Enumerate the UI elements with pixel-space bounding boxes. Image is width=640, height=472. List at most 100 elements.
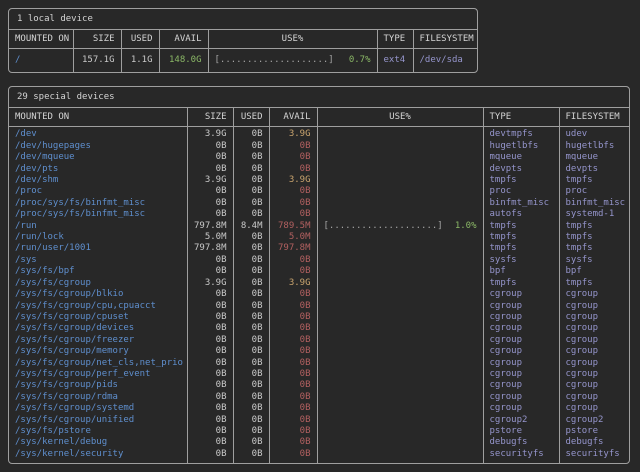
used-value: 0B — [233, 209, 269, 220]
avail-value: 0B — [269, 141, 317, 152]
col-header-type: TYPE — [377, 30, 413, 49]
mount-point: /sys — [9, 255, 187, 266]
table-row: /sys/fs/cgroup/pids 0B 0B 0B cgroup cgro… — [9, 380, 629, 391]
usage-cell — [317, 358, 483, 369]
mount-point: /sys/fs/cgroup/freezer — [9, 335, 187, 346]
usage-cell — [317, 415, 483, 426]
used-value: 0B — [233, 232, 269, 243]
used-value: 0B — [233, 152, 269, 163]
table-row: /sys/fs/cgroup/devices 0B 0B 0B cgroup c… — [9, 323, 629, 334]
col-header-use-percent: USE% — [208, 30, 377, 49]
mount-point: /run/lock — [9, 232, 187, 243]
usage-cell — [317, 164, 483, 175]
size-value: 0B — [187, 301, 233, 312]
table-row: /dev/shm 3.9G 0B 3.9G tmpfs tmpfs — [9, 175, 629, 186]
usage-cell — [317, 392, 483, 403]
usage-cell: [....................] 1.0% — [317, 221, 483, 232]
mount-point: /sys/fs/cgroup/cpu,cpuacct — [9, 301, 187, 312]
usage-cell — [317, 266, 483, 277]
filesystem: bpf — [559, 266, 629, 277]
size-value: 0B — [187, 312, 233, 323]
local-devices-table: 1 local device MOUNTED ON SIZE USED AVAI… — [8, 8, 478, 73]
mount-point: /run/user/1001 — [9, 243, 187, 254]
filesystem: mqueue — [559, 152, 629, 163]
fs-type: devtmpfs — [483, 127, 559, 141]
fs-type: mqueue — [483, 152, 559, 163]
fs-type: tmpfs — [483, 243, 559, 254]
size-value: 0B — [187, 380, 233, 391]
filesystem: hugetlbfs — [559, 141, 629, 152]
avail-value: 0B — [269, 152, 317, 163]
fs-type: cgroup — [483, 289, 559, 300]
usage-bar: [....................] — [324, 221, 443, 232]
table-row: /sys/fs/pstore 0B 0B 0B pstore pstore — [9, 426, 629, 437]
size-value: 0B — [187, 358, 233, 369]
table-row: /sys/fs/cgroup/cpu,cpuacct 0B 0B 0B cgro… — [9, 301, 629, 312]
used-value: 0B — [233, 175, 269, 186]
avail-value: 3.9G — [269, 127, 317, 141]
avail-value: 0B — [269, 198, 317, 209]
table-row: /dev/mqueue 0B 0B 0B mqueue mqueue — [9, 152, 629, 163]
usage-cell — [317, 198, 483, 209]
used-value: 0B — [233, 335, 269, 346]
used-value: 0B — [233, 358, 269, 369]
size-value: 0B — [187, 426, 233, 437]
usage-cell — [317, 255, 483, 266]
fs-type: devpts — [483, 164, 559, 175]
mount-point: /proc/sys/fs/binfmt_misc — [9, 209, 187, 220]
filesystem: /dev/sda — [413, 49, 477, 73]
used-value: 0B — [233, 369, 269, 380]
avail-value: 3.9G — [269, 278, 317, 289]
mount-point: /dev/pts — [9, 164, 187, 175]
size-value: 3.9G — [187, 175, 233, 186]
mount-point: /dev — [9, 127, 187, 141]
used-value: 0B — [233, 346, 269, 357]
size-value: 0B — [187, 403, 233, 414]
used-value: 0B — [233, 289, 269, 300]
mount-point: /dev/mqueue — [9, 152, 187, 163]
usage-cell — [317, 243, 483, 254]
usage-cell — [317, 437, 483, 448]
table-row: / 157.1G 1.1G 148.0G [..................… — [9, 49, 477, 73]
used-value: 0B — [233, 243, 269, 254]
table-row: /proc/sys/fs/binfmt_misc 0B 0B 0B binfmt… — [9, 198, 629, 209]
fs-type: tmpfs — [483, 175, 559, 186]
table-row: /sys/fs/cgroup/unified 0B 0B 0B cgroup2 … — [9, 415, 629, 426]
filesystem: cgroup — [559, 346, 629, 357]
filesystem: udev — [559, 127, 629, 141]
avail-value: 0B — [269, 392, 317, 403]
filesystem: cgroup — [559, 312, 629, 323]
avail-value: 148.0G — [159, 49, 208, 73]
filesystem: systemd-1 — [559, 209, 629, 220]
col-header-filesystem: FILESYSTEM — [559, 108, 629, 127]
terminal-screen: 1 local device MOUNTED ON SIZE USED AVAI… — [0, 0, 640, 472]
fs-type: cgroup — [483, 358, 559, 369]
usage-cell: [....................] 0.7% — [208, 49, 377, 73]
used-value: 0B — [233, 127, 269, 141]
avail-value: 0B — [269, 266, 317, 277]
avail-value: 789.5M — [269, 221, 317, 232]
mount-point: /sys/fs/cgroup/net_cls,net_prio — [9, 358, 187, 369]
mount-point: /sys/fs/cgroup/cpuset — [9, 312, 187, 323]
col-header-use-percent: USE% — [317, 108, 483, 127]
mount-point: /sys/fs/cgroup/pids — [9, 380, 187, 391]
col-header-type: TYPE — [483, 108, 559, 127]
usage-cell — [317, 301, 483, 312]
usage-cell — [317, 380, 483, 391]
used-value: 8.4M — [233, 221, 269, 232]
table-header-row: MOUNTED ON SIZE USED AVAIL USE% TYPE FIL… — [9, 30, 477, 49]
size-value: 0B — [187, 186, 233, 197]
avail-value: 797.8M — [269, 243, 317, 254]
table-row: /sys 0B 0B 0B sysfs sysfs — [9, 255, 629, 266]
used-value: 0B — [233, 426, 269, 437]
avail-value: 0B — [269, 209, 317, 220]
table-row: /dev/hugepages 0B 0B 0B hugetlbfs hugetl… — [9, 141, 629, 152]
table-row: /sys/fs/cgroup/cpuset 0B 0B 0B cgroup cg… — [9, 312, 629, 323]
size-value: 0B — [187, 209, 233, 220]
filesystem: cgroup — [559, 358, 629, 369]
size-value: 0B — [187, 437, 233, 448]
table-header-row: MOUNTED ON SIZE USED AVAIL USE% TYPE FIL… — [9, 108, 629, 127]
filesystem: cgroup2 — [559, 415, 629, 426]
filesystem: cgroup — [559, 301, 629, 312]
mount-point: /dev/shm — [9, 175, 187, 186]
